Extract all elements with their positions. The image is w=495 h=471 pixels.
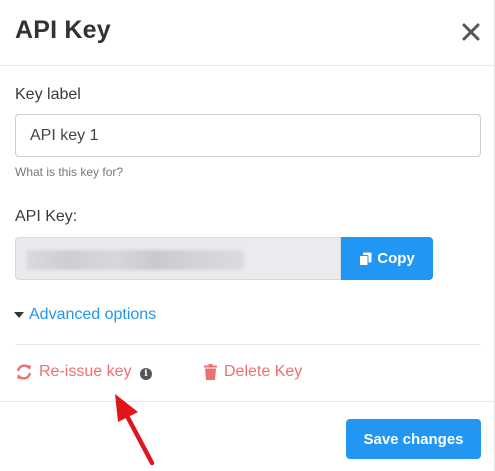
- copy-button-label: Copy: [377, 250, 415, 267]
- key-label-hint: What is this key for?: [15, 165, 124, 179]
- info-icon[interactable]: i: [140, 368, 152, 380]
- dialog-title: API Key: [15, 16, 111, 44]
- reissue-key-button[interactable]: Re-issue key: [15, 363, 131, 381]
- refresh-icon: [17, 364, 31, 380]
- api-key-field[interactable]: [15, 237, 341, 280]
- trash-icon: [204, 364, 217, 380]
- api-key-dialog: API Key Key label API key 1 What is this…: [0, 0, 495, 471]
- api-key-title: API Key:: [15, 208, 78, 225]
- caret-down-icon: [14, 312, 24, 318]
- annotation-arrow-icon: [115, 394, 155, 466]
- delete-key-label: Delete Key: [224, 363, 303, 380]
- footer-divider: [0, 401, 495, 402]
- reissue-key-label: Re-issue key: [39, 363, 132, 380]
- dialog-header: API Key: [0, 0, 495, 66]
- save-changes-button[interactable]: Save changes: [346, 419, 481, 459]
- key-label-title: Key label: [15, 86, 81, 103]
- close-icon[interactable]: [461, 22, 481, 42]
- copy-icon: [359, 252, 372, 266]
- advanced-options-toggle[interactable]: Advanced options: [14, 306, 156, 324]
- copy-button[interactable]: Copy: [341, 237, 433, 280]
- section-divider: [15, 344, 481, 345]
- advanced-options-label: Advanced options: [29, 306, 157, 323]
- delete-key-button[interactable]: Delete Key: [204, 363, 302, 381]
- key-label-input[interactable]: API key 1: [15, 114, 481, 157]
- redacted-key-value: [26, 250, 244, 270]
